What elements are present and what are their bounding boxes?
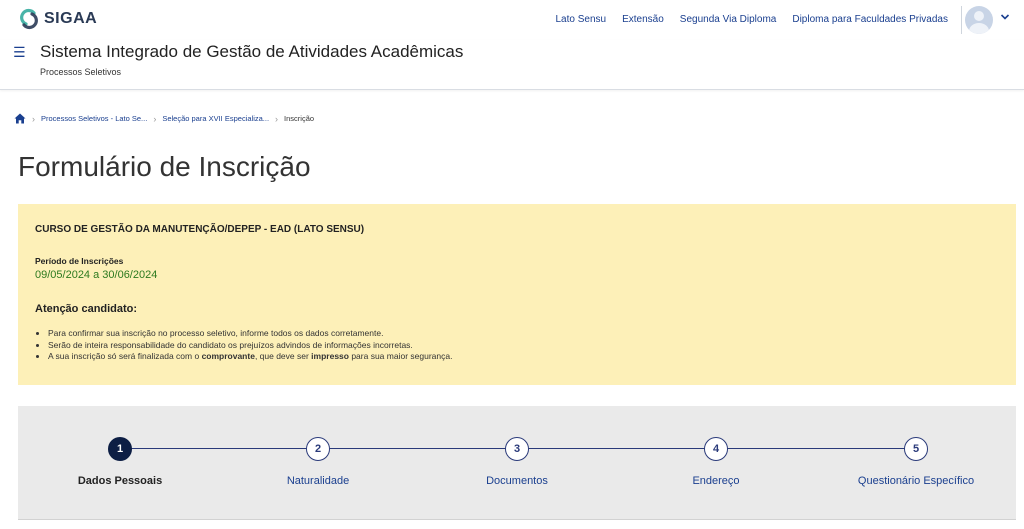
list-item-text: para sua maior segurança. xyxy=(348,351,453,361)
list-item: Para confirmar sua inscrição no processo… xyxy=(48,328,452,340)
brand-name: SIGAA xyxy=(44,10,98,27)
course-notice-box: CURSO DE GESTÃO DA MANUTENÇÃO/DEPEP - EA… xyxy=(18,204,1016,385)
top-navigation: Lato Sensu Extensão Segunda Via Diploma … xyxy=(555,14,948,25)
list-item: Serão de inteira responsabilidade do can… xyxy=(48,340,452,352)
step-number: 4 xyxy=(704,437,728,461)
sigaa-logo-icon xyxy=(20,8,38,30)
top-bar: SIGAA Lato Sensu Extensão Segunda Via Di… xyxy=(0,0,1024,40)
breadcrumb-separator-icon: › xyxy=(153,113,157,124)
sigaa-logo[interactable]: SIGAA xyxy=(18,8,97,30)
nav-link-diploma-faculdades-privadas[interactable]: Diploma para Faculdades Privadas xyxy=(792,14,948,25)
list-item: A sua inscrição só será finalizada com o… xyxy=(48,351,452,363)
attention-list: Para confirmar sua inscrição no processo… xyxy=(48,328,452,363)
emphasis-impresso: impresso xyxy=(311,351,349,361)
home-icon[interactable] xyxy=(14,113,26,124)
step-number: 2 xyxy=(306,437,330,461)
system-subtitle: Processos Seletivos xyxy=(40,67,122,77)
breadcrumb-separator-icon: › xyxy=(32,113,35,124)
course-name: CURSO DE GESTÃO DA MANUTENÇÃO/DEPEP - EA… xyxy=(35,224,365,235)
step-label: Questionário Específico xyxy=(857,475,975,487)
nav-link-lato-sensu[interactable]: Lato Sensu xyxy=(555,14,606,25)
avatar-body xyxy=(969,23,989,34)
chevron-down-icon[interactable] xyxy=(1000,12,1010,22)
step-label: Dados Pessoais xyxy=(77,475,163,487)
breadcrumb-item-inscricao: Inscrição xyxy=(284,114,315,123)
registration-stepper: 1 Dados Pessoais 2 Naturalidade 3 Docume… xyxy=(18,406,1016,520)
attention-title: Atenção candidato: xyxy=(35,303,138,315)
nav-link-segunda-via-diploma[interactable]: Segunda Via Diploma xyxy=(680,14,777,25)
avatar-head xyxy=(974,11,984,21)
list-item-text: , que deve ser xyxy=(254,351,312,361)
registration-period-value: 09/05/2024 a 30/06/2024 xyxy=(35,269,158,281)
registration-period-label: Período de Inscrições xyxy=(35,256,124,266)
step-number: 1 xyxy=(108,437,132,461)
breadcrumb-separator-icon: › xyxy=(275,113,279,124)
step-number: 3 xyxy=(505,437,529,461)
breadcrumb: › Processos Seletivos - Lato Se... › Sel… xyxy=(14,113,314,124)
emphasis-comprovante: comprovante xyxy=(201,351,255,361)
nav-link-extensao[interactable]: Extensão xyxy=(622,14,664,25)
step-label: Naturalidade xyxy=(286,475,350,487)
system-title: Sistema Integrado de Gestão de Atividade… xyxy=(40,42,464,61)
hamburger-icon[interactable]: ☰ xyxy=(13,44,26,61)
step-label: Endereço xyxy=(692,475,740,487)
user-menu-divider xyxy=(961,6,962,34)
step-number: 5 xyxy=(904,437,928,461)
user-avatar-icon[interactable] xyxy=(965,6,993,34)
breadcrumb-item-processos-seletivos[interactable]: Processos Seletivos - Lato Se... xyxy=(41,114,147,123)
system-header: ☰ Sistema Integrado de Gestão de Ativida… xyxy=(0,40,1024,90)
list-item-text: A sua inscrição só será finalizada com o xyxy=(48,351,202,361)
step-label: Documentos xyxy=(486,475,548,487)
page-title: Formulário de Inscrição xyxy=(18,151,311,182)
breadcrumb-item-selecao[interactable]: Seleção para XVII Especializa... xyxy=(162,114,269,123)
